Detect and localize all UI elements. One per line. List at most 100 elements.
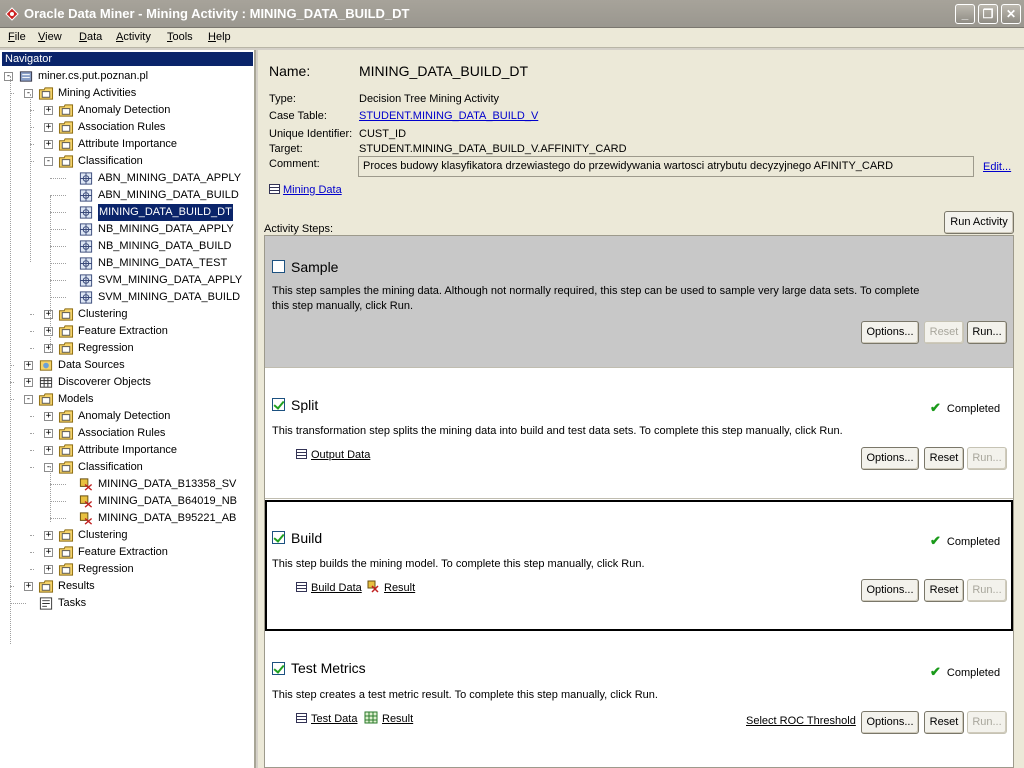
tree-item[interactable]: MINING_DATA_B95221_AB [0, 510, 254, 527]
minimize-button[interactable]: _ [955, 4, 975, 24]
build-run-button[interactable]: Run... [967, 579, 1007, 602]
build-checkbox[interactable] [272, 531, 285, 544]
expand-icon[interactable]: + [44, 548, 53, 557]
expand-icon[interactable]: + [24, 582, 33, 591]
menu-file[interactable]: File [8, 31, 26, 43]
tree-item[interactable]: Tasks [0, 595, 254, 612]
tree-item[interactable]: - Mining Activities [0, 85, 254, 102]
sample-options-button[interactable]: Options... [861, 321, 919, 344]
tree-item[interactable]: + Feature Extraction [0, 323, 254, 340]
build-result-link[interactable]: Result [366, 580, 415, 594]
select-roc-threshold-link[interactable]: Select ROC Threshold [746, 715, 856, 727]
tree-item-label: Attribute Importance [78, 138, 178, 150]
tree-item[interactable]: + Association Rules [0, 425, 254, 442]
activity-steps-list: Sample This step samples the mining data… [264, 235, 1014, 768]
tree-connector [30, 569, 34, 570]
test-result-link[interactable]: Result [364, 711, 413, 725]
tree-item[interactable]: NB_MINING_DATA_BUILD [0, 238, 254, 255]
menu-tools[interactable]: Tools [167, 31, 193, 43]
tree-item[interactable]: + Regression [0, 561, 254, 578]
tree-item[interactable]: + Clustering [0, 527, 254, 544]
tree-item[interactable]: MINING_DATA_B13358_SV [0, 476, 254, 493]
menu-activity[interactable]: Activity [116, 31, 151, 43]
test-run-button[interactable]: Run... [967, 711, 1007, 734]
expand-icon[interactable]: + [44, 123, 53, 132]
activity-icon [79, 223, 93, 236]
close-button[interactable]: ✕ [1001, 4, 1021, 24]
run-activity-button[interactable]: Run Activity [944, 211, 1014, 234]
expand-icon[interactable]: + [24, 361, 33, 370]
tree-item[interactable]: + Attribute Importance [0, 136, 254, 153]
tree-item-label: Regression [78, 342, 134, 354]
tree-item[interactable]: SVM_MINING_DATA_BUILD [0, 289, 254, 306]
build-options-button[interactable]: Options... [861, 579, 919, 602]
maximize-button[interactable]: ❐ [978, 4, 998, 24]
tree-item[interactable]: - miner.cs.put.poznan.pl [0, 68, 254, 85]
expand-icon[interactable]: + [44, 106, 53, 115]
expand-icon[interactable]: + [44, 310, 53, 319]
tree-item-label: MINING_DATA_B64019_NB [98, 495, 237, 507]
sample-checkbox[interactable] [272, 260, 285, 273]
sample-run-button[interactable]: Run... [967, 321, 1007, 344]
status-completed: ✔ Completed [930, 664, 1001, 679]
tree-item[interactable]: + Clustering [0, 306, 254, 323]
expand-icon[interactable]: + [44, 446, 53, 455]
expand-icon[interactable]: + [44, 327, 53, 336]
tree-item[interactable]: - Models [0, 391, 254, 408]
step-build: Build ✔ Completed This step builds the mi… [265, 500, 1013, 631]
tree-item[interactable]: ABN_MINING_DATA_BUILD [0, 187, 254, 204]
tree-item[interactable]: NB_MINING_DATA_APPLY [0, 221, 254, 238]
activity-icon [79, 172, 93, 185]
tree-item[interactable]: ABN_MINING_DATA_APPLY [0, 170, 254, 187]
tree-item[interactable]: + Anomaly Detection [0, 408, 254, 425]
test-reset-button[interactable]: Reset [924, 711, 964, 734]
collapse-icon[interactable]: - [44, 157, 53, 166]
tree-item[interactable]: - Classification [0, 153, 254, 170]
split-run-button[interactable]: Run... [967, 447, 1007, 470]
expand-icon[interactable]: + [44, 531, 53, 540]
menu-data[interactable]: Data [79, 31, 102, 43]
tree-item[interactable]: + Discoverer Objects [0, 374, 254, 391]
tree-item[interactable]: + Anomaly Detection [0, 102, 254, 119]
expand-icon[interactable]: + [44, 140, 53, 149]
test-metrics-checkbox[interactable] [272, 662, 285, 675]
mining-data-link[interactable]: Mining Data [269, 184, 342, 196]
tree-item[interactable]: + Feature Extraction [0, 544, 254, 561]
expand-icon[interactable]: + [44, 344, 53, 353]
collapse-icon[interactable]: - [4, 72, 13, 81]
menu-view[interactable]: View [38, 31, 62, 43]
expand-icon[interactable]: + [44, 412, 53, 421]
tree-item[interactable]: MINING_DATA_B64019_NB [0, 493, 254, 510]
tree-item[interactable]: + Regression [0, 340, 254, 357]
tree-item[interactable]: + Results [0, 578, 254, 595]
split-checkbox[interactable] [272, 398, 285, 411]
sample-reset-button[interactable]: Reset [924, 321, 964, 344]
tree-item[interactable]: + Data Sources [0, 357, 254, 374]
folder-icon [58, 563, 74, 576]
output-data-link[interactable]: Output Data [296, 449, 370, 461]
collapse-icon[interactable]: - [24, 395, 33, 404]
expand-icon[interactable]: + [44, 565, 53, 574]
tree-item-label: NB_MINING_DATA_TEST [98, 257, 228, 269]
tree-item[interactable]: NB_MINING_DATA_TEST [0, 255, 254, 272]
build-reset-button[interactable]: Reset [924, 579, 964, 602]
collapse-icon[interactable]: - [44, 463, 53, 472]
tree-item-label: Results [58, 580, 95, 592]
split-options-button[interactable]: Options... [861, 447, 919, 470]
build-data-link[interactable]: Build Data [296, 582, 362, 594]
tree-item[interactable]: + Attribute Importance [0, 442, 254, 459]
test-data-link[interactable]: Test Data [296, 713, 357, 725]
tree-item[interactable]: + Association Rules [0, 119, 254, 136]
tree-item[interactable]: MINING_DATA_BUILD_DT [0, 203, 254, 222]
tree-item[interactable]: SVM_MINING_DATA_APPLY [0, 272, 254, 289]
test-options-button[interactable]: Options... [861, 711, 919, 734]
expand-icon[interactable]: + [44, 429, 53, 438]
case-table-link[interactable]: STUDENT.MINING_DATA_BUILD_V [359, 110, 538, 122]
collapse-icon[interactable]: - [24, 89, 33, 98]
split-reset-button[interactable]: Reset [924, 447, 964, 470]
expand-icon[interactable]: + [24, 378, 33, 387]
menu-help[interactable]: Help [208, 31, 231, 43]
tree-guide [10, 76, 11, 644]
tree-item[interactable]: - Classification [0, 459, 254, 476]
edit-comment-link[interactable]: Edit... [983, 161, 1011, 173]
